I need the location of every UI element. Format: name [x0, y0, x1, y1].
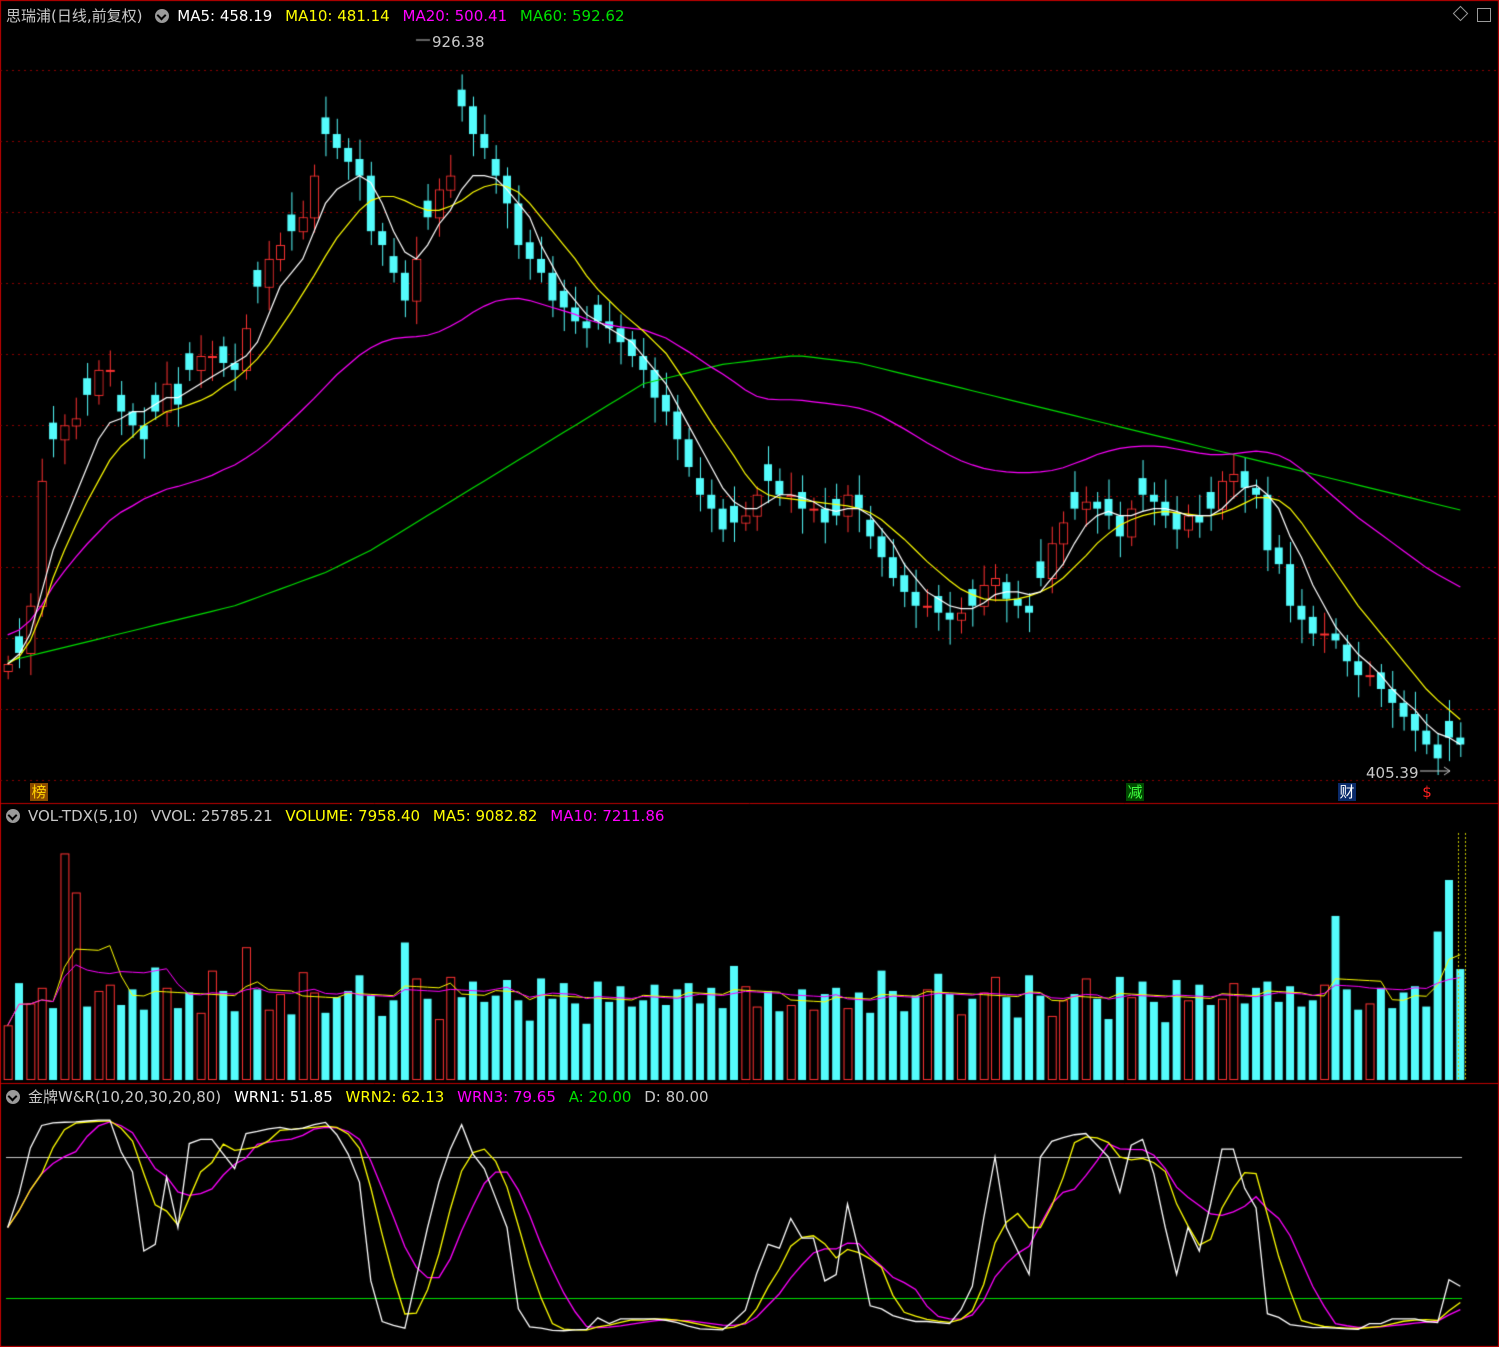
vvol-label: VVOL: 25785.21	[150, 807, 273, 825]
stock-name: 思瑞浦	[6, 7, 52, 25]
badge-cai[interactable]: 财	[1338, 783, 1356, 801]
vol-ma10-label: MA10: 7211.86	[550, 807, 665, 825]
window-icon[interactable]	[1477, 8, 1491, 22]
ma20-label: MA20: 500.41	[402, 7, 508, 25]
vol-ma5-label: MA5: 9082.82	[432, 807, 538, 825]
vol-indicator-name: VOL-TDX(5,10)	[28, 807, 139, 825]
wrn1-label: WRN1: 51.85	[233, 1088, 333, 1106]
stock-chart-canvas[interactable]	[0, 0, 1499, 1347]
dropdown-icon[interactable]	[6, 1090, 20, 1104]
high-price-label: 926.38	[432, 33, 485, 51]
volume-label: VOLUME: 7958.40	[285, 807, 421, 825]
main-panel-header: 思瑞浦(日线,前复权) MA5: 458.19 MA10: 481.14 MA2…	[6, 6, 633, 26]
volume-panel-header: VOL-TDX(5,10) VVOL: 25785.21 VOLUME: 795…	[6, 806, 672, 826]
wr-indicator-name: 金牌W&R(10,20,30,20,80)	[28, 1088, 222, 1106]
ma60-label: MA60: 592.62	[519, 7, 625, 25]
a-label: A: 20.00	[568, 1088, 632, 1106]
ma5-label: MA5: 458.19	[177, 7, 273, 25]
badge-bang[interactable]: 榜	[30, 783, 48, 801]
low-price-label: 405.39	[1366, 764, 1419, 782]
dropdown-icon[interactable]	[6, 809, 20, 823]
wrn2-label: WRN2: 62.13	[345, 1088, 445, 1106]
d-label: D: 80.00	[644, 1088, 709, 1106]
dropdown-icon[interactable]	[155, 9, 170, 23]
badge-jian[interactable]: 减	[1126, 783, 1144, 801]
wrn3-label: WRN3: 79.65	[457, 1088, 556, 1106]
badge-dollar[interactable]: $	[1418, 783, 1436, 801]
period-label: (日线,前复权)	[51, 7, 143, 25]
wr-panel-header: 金牌W&R(10,20,30,20,80) WRN1: 51.85 WRN2: …	[6, 1087, 717, 1107]
ma10-label: MA10: 481.14	[285, 7, 390, 25]
